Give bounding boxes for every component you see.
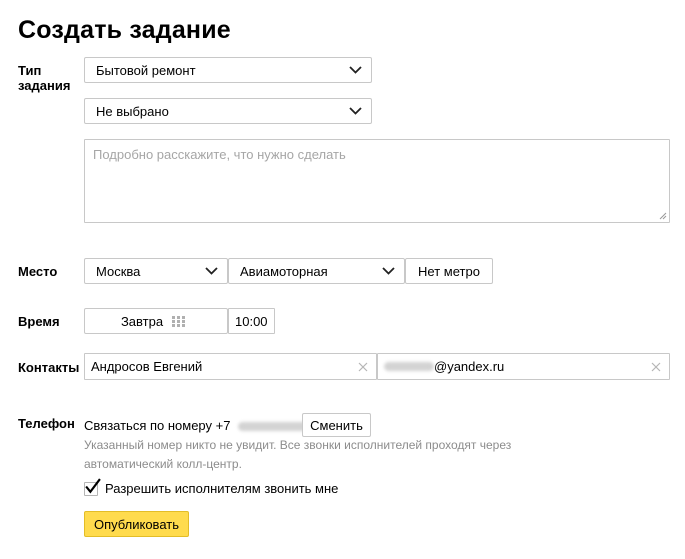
checkmark-icon xyxy=(85,477,101,494)
task-type-label: Тип задания xyxy=(18,63,70,93)
name-input[interactable]: Андросов Евгений xyxy=(84,353,377,380)
metro-button[interactable]: Нет метро xyxy=(405,258,493,284)
metro-button-label: Нет метро xyxy=(418,263,480,279)
city-select-value: Москва xyxy=(96,263,141,279)
email-username-redacted xyxy=(384,362,434,371)
phone-label: Телефон xyxy=(18,416,75,431)
chevron-down-icon xyxy=(349,107,362,115)
chevron-down-icon xyxy=(205,267,218,275)
name-input-value: Андросов Евгений xyxy=(91,359,203,374)
allow-calls-checkbox[interactable] xyxy=(84,477,101,496)
category-select[interactable]: Бытовой ремонт xyxy=(84,57,372,83)
date-picker[interactable]: Завтра xyxy=(84,308,228,334)
description-textarea[interactable]: Подробно расскажите, что нужно сделать xyxy=(84,139,670,223)
page-title: Создать задание xyxy=(18,16,231,44)
email-domain: @yandex.ru xyxy=(434,359,505,374)
publish-button[interactable]: Опубликовать xyxy=(84,511,189,537)
category-select-value: Бытовой ремонт xyxy=(96,62,196,78)
task-type-label-line1: Тип xyxy=(18,63,42,78)
allow-calls-label: Разрешить исполнителям звонить мне xyxy=(105,481,339,496)
phone-number-line: Связаться по номеру +7 xyxy=(84,418,313,433)
time-input[interactable]: 10:00 xyxy=(228,308,275,334)
street-select[interactable]: Авиамоторная xyxy=(228,258,405,284)
subcategory-select-value: Не выбрано xyxy=(96,103,169,119)
change-phone-button-label: Сменить xyxy=(310,417,363,433)
place-label: Место xyxy=(18,264,58,279)
phone-call-text: Связаться по номеру +7 xyxy=(84,418,231,433)
date-value: Завтра xyxy=(120,313,164,329)
publish-button-label: Опубликовать xyxy=(93,516,179,532)
street-select-value: Авиамоторная xyxy=(240,263,328,279)
allow-calls-row[interactable]: Разрешить исполнителям звонить мне xyxy=(84,477,339,496)
resize-grip-icon[interactable] xyxy=(658,211,667,220)
chevron-down-icon xyxy=(349,66,362,74)
phone-number-redacted xyxy=(238,422,313,432)
task-type-label-line2: задания xyxy=(18,78,71,93)
time-label: Время xyxy=(18,314,60,329)
clear-icon[interactable] xyxy=(358,362,368,372)
contacts-label: Контакты xyxy=(18,360,80,375)
calendar-icon xyxy=(172,315,186,327)
description-placeholder: Подробно расскажите, что нужно сделать xyxy=(93,147,346,162)
chevron-down-icon xyxy=(382,267,395,275)
phone-hint: Указанный номер никто не увидит. Все зво… xyxy=(84,438,512,471)
clear-icon[interactable] xyxy=(651,362,661,372)
email-input[interactable]: @yandex.ru xyxy=(377,353,670,380)
change-phone-button[interactable]: Сменить xyxy=(302,413,371,437)
time-input-value: 10:00 xyxy=(235,313,268,329)
subcategory-select[interactable]: Не выбрано xyxy=(84,98,372,124)
city-select[interactable]: Москва xyxy=(84,258,228,284)
